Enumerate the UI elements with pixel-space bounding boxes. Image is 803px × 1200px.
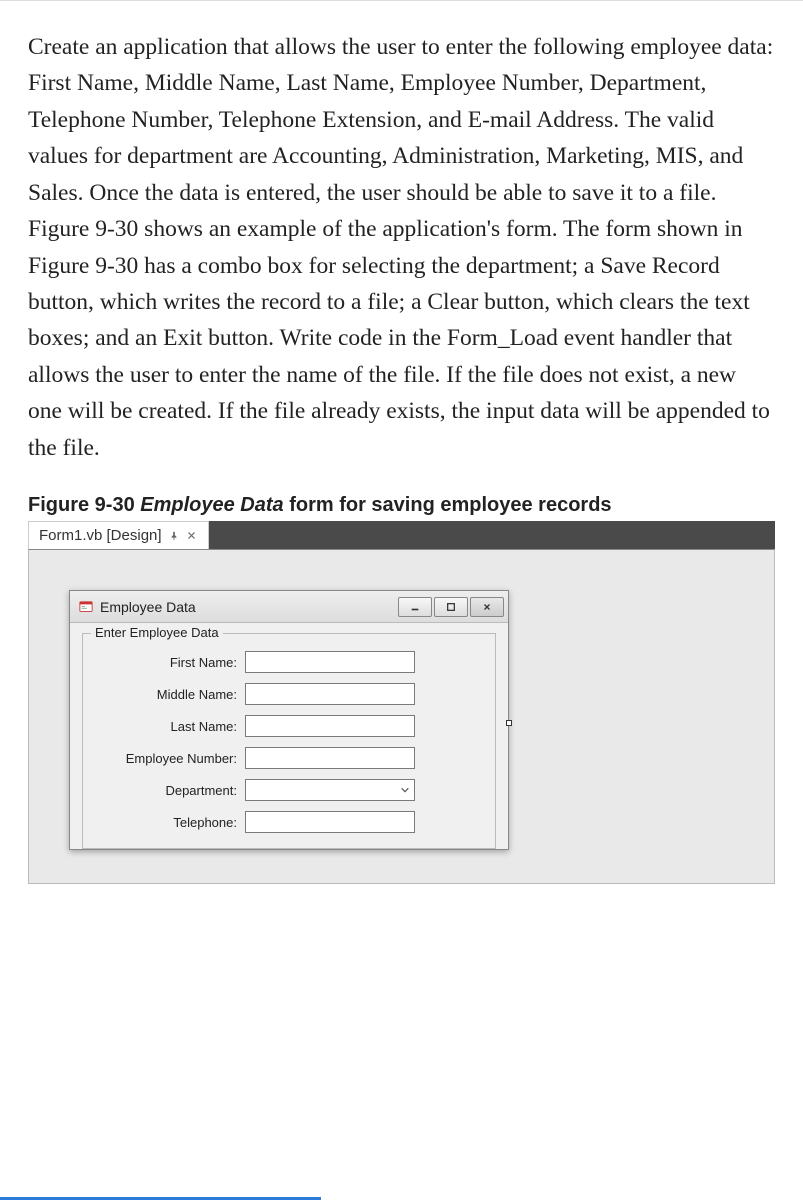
employee-number-input[interactable] [245, 747, 415, 769]
window-buttons [398, 597, 504, 617]
middle-name-label: Middle Name: [95, 687, 245, 702]
enter-employee-data-group: Enter Employee Data First Name: Middle N… [82, 633, 496, 849]
groupbox-legend: Enter Employee Data [91, 625, 223, 640]
tab-form-design[interactable]: Form1.vb [Design] [28, 521, 209, 549]
close-button[interactable] [470, 597, 504, 617]
window-title: Employee Data [100, 599, 398, 615]
close-icon[interactable] [186, 530, 198, 542]
first-name-input[interactable] [245, 651, 415, 673]
employee-number-label: Employee Number: [95, 751, 245, 766]
tab-bar-filler [209, 521, 775, 549]
chevron-down-icon [399, 784, 411, 796]
employee-data-window: Employee Data Enter Employee Data [69, 590, 509, 850]
figure-caption-suffix: form for saving employee records [284, 494, 612, 516]
pin-icon[interactable] [168, 530, 180, 542]
figure-caption-prefix: Figure 9-30 [28, 494, 140, 516]
telephone-label: Telephone: [95, 815, 245, 830]
maximize-button[interactable] [434, 597, 468, 617]
last-name-input[interactable] [245, 715, 415, 737]
first-name-label: First Name: [95, 655, 245, 670]
window-titlebar: Employee Data [70, 591, 508, 623]
department-combo[interactable] [245, 779, 415, 801]
minimize-button[interactable] [398, 597, 432, 617]
ide-tab-bar: Form1.vb [Design] [28, 521, 775, 549]
telephone-input[interactable] [245, 811, 415, 833]
figure-caption: Figure 9-30 Employee Data form for savin… [28, 494, 775, 517]
department-label: Department: [95, 783, 245, 798]
tab-label: Form1.vb [Design] [39, 527, 162, 544]
middle-name-input[interactable] [245, 683, 415, 705]
problem-statement: Create an application that allows the us… [28, 29, 775, 466]
app-icon [78, 599, 94, 615]
figure-caption-italic: Employee Data [140, 494, 283, 516]
last-name-label: Last Name: [95, 719, 245, 734]
resize-handle-right[interactable] [506, 720, 512, 726]
designer-surface: Employee Data Enter Employee Data [28, 549, 775, 884]
window-body: Enter Employee Data First Name: Middle N… [70, 623, 508, 849]
